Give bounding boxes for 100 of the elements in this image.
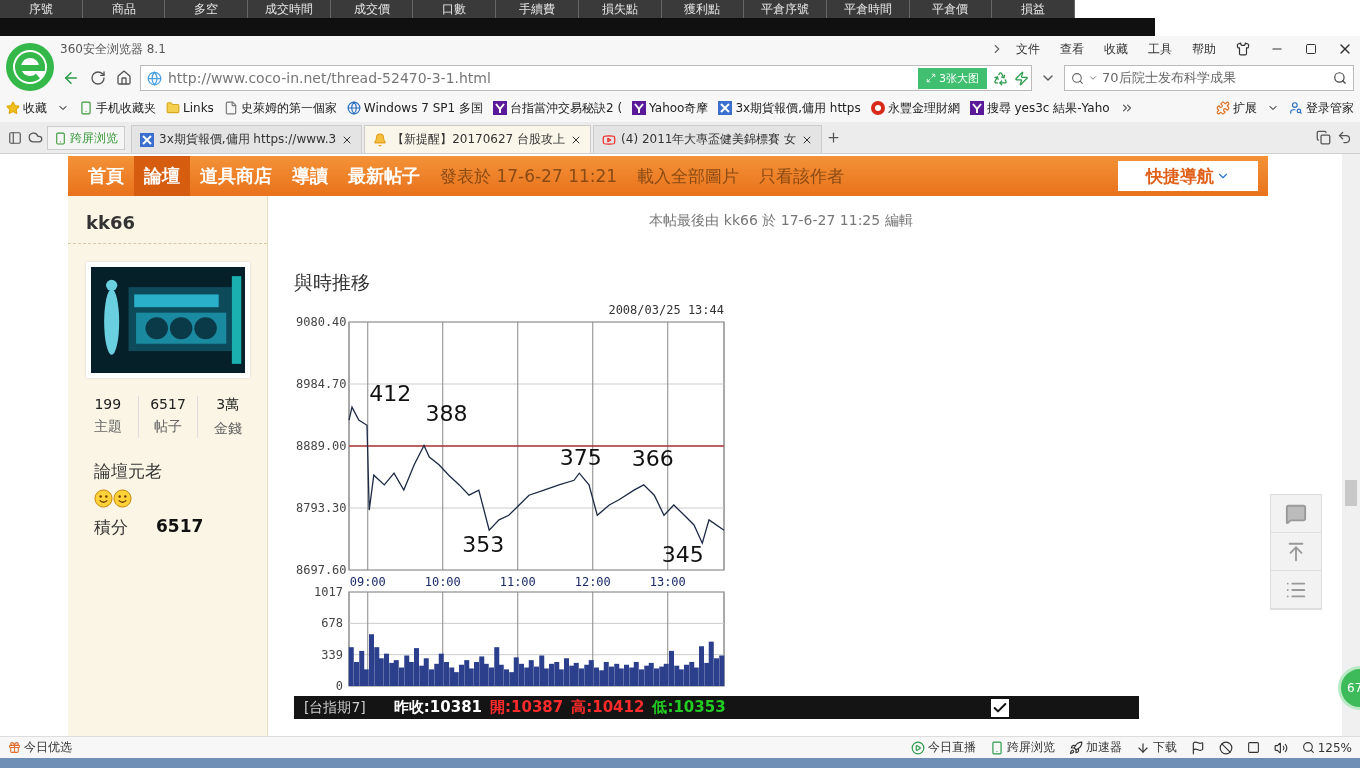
chart-title: 2008/03/25 13:44 xyxy=(608,303,724,317)
quick-nav-button[interactable]: 快捷導航 xyxy=(1118,161,1258,191)
quote-value: 低:10353 xyxy=(652,698,726,717)
y-tick-label: 678 xyxy=(321,616,343,631)
x-tick-label: 10:00 xyxy=(424,575,461,586)
lightning-icon[interactable] xyxy=(1014,70,1029,86)
smiley-icon xyxy=(113,489,132,508)
browser-tab[interactable]: 【新提醒】20170627 台股攻上 xyxy=(364,125,592,153)
bookmark-link[interactable]: 手机收藏夹 xyxy=(79,99,156,117)
address-field[interactable]: http://www.coco-in.net/thread-52470-3-1.html 3张大图 xyxy=(140,65,1032,91)
home-icon xyxy=(116,70,132,86)
post-heading: 與時推移 xyxy=(294,270,371,295)
status-link[interactable]: 今日直播 xyxy=(910,739,976,756)
stat-value[interactable]: 199 xyxy=(94,396,122,412)
checkbox[interactable] xyxy=(991,698,1009,717)
status-link[interactable]: 跨屏浏览 xyxy=(989,739,1055,756)
bookmark-link[interactable]: Yahoo奇摩 xyxy=(632,99,709,117)
search-field[interactable]: 70后院士发布科学成果 xyxy=(1064,65,1354,91)
gift-icon xyxy=(8,741,21,754)
status-link[interactable]: 今日优选 xyxy=(8,739,72,756)
y-tick-label: 339 xyxy=(321,647,343,662)
plus-icon xyxy=(826,130,842,145)
bookmark-link[interactable]: 台指當沖交易秘訣2 ( xyxy=(492,99,623,117)
recycle-icon[interactable] xyxy=(993,70,1008,86)
menu-item[interactable]: 收藏 xyxy=(1096,40,1136,58)
y-tick-label: 0 xyxy=(335,679,343,690)
caret-icon[interactable] xyxy=(1088,73,1098,83)
expand-icon xyxy=(926,73,936,83)
window-icon[interactable] xyxy=(1246,741,1260,754)
stat-label: 主題 xyxy=(93,418,122,436)
y-square-icon xyxy=(632,101,647,115)
phone-icon xyxy=(79,101,93,115)
y-tick-label: 8697.60 xyxy=(296,563,347,577)
panel-icon xyxy=(8,131,22,145)
nav-link[interactable]: 論壇 xyxy=(134,156,190,196)
zoom-level[interactable]: 125% xyxy=(1301,740,1352,755)
page-icon xyxy=(223,101,238,115)
points-label: 積分 xyxy=(94,516,128,539)
copy-button[interactable] xyxy=(1314,128,1333,147)
x-tick-label: 09:00 xyxy=(349,575,386,586)
block-icon[interactable] xyxy=(1218,740,1233,755)
status-link[interactable]: 加速器 xyxy=(1068,739,1122,756)
data-label: 353 xyxy=(462,531,505,557)
login-link[interactable]: 登录管家 xyxy=(1289,99,1354,117)
y-tick-label: 8889.00 xyxy=(296,439,347,453)
data-label: 366 xyxy=(631,446,674,472)
y-tick-label: 1017 xyxy=(314,586,343,599)
user-icon xyxy=(1289,101,1303,115)
y-tick-label: 8793.30 xyxy=(296,501,347,515)
sidebar-toggle-button[interactable] xyxy=(6,129,24,147)
bookmark-link[interactable]: 永豐金理財網 xyxy=(870,99,960,117)
data-label: 388 xyxy=(425,401,468,427)
stat-label: 帖子 xyxy=(154,418,182,436)
author-name[interactable]: kk66 xyxy=(68,196,267,244)
edit-note: 本帖最後由 kk66 於 17-6-27 11:25 編輯 xyxy=(649,212,913,230)
search-icon[interactable] xyxy=(1333,71,1347,85)
menu-item[interactable]: 文件 xyxy=(1008,40,1048,58)
y-tick-label: 9080.40 xyxy=(296,315,347,329)
browser-tab[interactable]: 3x期貨報價,傭用 https://www.3 xyxy=(131,125,363,153)
browser-tab[interactable]: (4) 2011年大專盃健美錦標賽 女 xyxy=(593,125,823,153)
bookmark-link[interactable]: 收藏 xyxy=(6,99,47,117)
stat-value[interactable]: 6517 xyxy=(150,396,186,412)
zoom-icon xyxy=(1301,741,1315,754)
volume-icon[interactable] xyxy=(1273,740,1288,755)
bell-icon xyxy=(373,132,388,147)
menu-item[interactable]: 工具 xyxy=(1140,40,1180,58)
stat-value[interactable]: 3萬 xyxy=(216,396,240,414)
phone-icon xyxy=(54,131,67,145)
y-tick-label: 8984.70 xyxy=(296,377,347,391)
data-label: 412 xyxy=(369,381,412,407)
x-tick-label: 11:00 xyxy=(499,575,536,586)
coin-icon xyxy=(870,101,885,115)
comment-icon xyxy=(1285,502,1307,525)
extensions-link[interactable]: 扩展 xyxy=(1216,99,1257,117)
menu-item[interactable]: 查看 xyxy=(1052,40,1092,58)
flag-icon[interactable] xyxy=(1190,740,1205,755)
x-tick-label: 13:00 xyxy=(649,575,686,586)
download-icon xyxy=(1135,740,1150,755)
bookmark-link[interactable]: Windows 7 SP1 多国 xyxy=(346,99,483,117)
home-button[interactable] xyxy=(114,68,134,88)
cross-icon xyxy=(718,101,733,115)
cross-icon xyxy=(140,132,154,147)
phone-icon xyxy=(989,740,1004,755)
scrollbar[interactable] xyxy=(1342,154,1360,736)
bookmark-link[interactable]: 搜尋 yes3c 結果-Yaho xyxy=(969,99,1110,117)
bookmark-link[interactable]: 史萊姆的第一個家 xyxy=(223,99,337,117)
bookmark-link[interactable]: 3x期貨報價,傭用 https xyxy=(718,99,861,117)
window-title: 360安全浏览器 8.1 xyxy=(60,40,167,58)
menu-item[interactable]: 帮助 xyxy=(1184,40,1224,58)
bookmark-link[interactable]: Links xyxy=(166,101,214,115)
reload-button[interactable] xyxy=(88,68,108,88)
data-label: 375 xyxy=(559,444,602,470)
stat-label: 金錢 xyxy=(213,420,242,438)
rocket-icon xyxy=(1068,740,1083,755)
smiley-icon xyxy=(94,489,113,508)
video-icon xyxy=(602,132,617,147)
quote-value: 閞:10387 xyxy=(490,698,564,717)
quote-value: 高:10412 xyxy=(571,698,645,717)
y-square-icon xyxy=(492,101,507,115)
status-link[interactable]: 下载 xyxy=(1135,739,1177,756)
